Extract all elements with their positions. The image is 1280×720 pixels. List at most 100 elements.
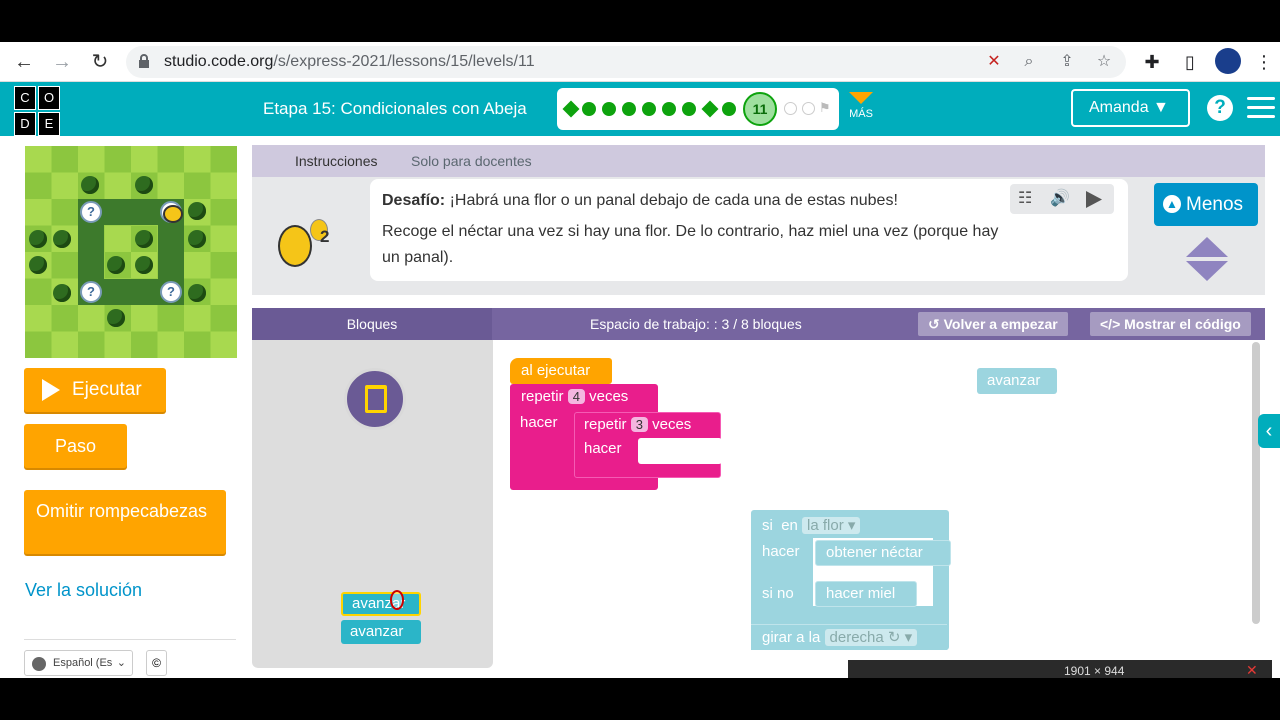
get-nectar-block[interactable]: obtener néctar (815, 540, 951, 566)
do-label: hacer (762, 543, 800, 560)
language-select[interactable]: Español (Es ⌄ (24, 650, 133, 676)
read-aloud-icon[interactable]: ☷ (1018, 188, 1032, 208)
level-bubble[interactable] (682, 102, 696, 116)
extensions-icon[interactable]: ✚ (1140, 50, 1164, 74)
instruction-tabs: Instrucciones Solo para docentes (252, 145, 1265, 179)
repeat-outer-header: repetir 4 veces (510, 384, 628, 410)
else-label: si no (762, 585, 794, 602)
challenge-text: Desafío: ¡Habrá una flor o un panal deba… (382, 188, 898, 214)
bee-icon (163, 205, 183, 223)
cloud-icon: ? (80, 201, 102, 223)
more-label: MÁS (849, 108, 873, 120)
address-bar[interactable]: studio.code.org/s/express-2021/lessons/1… (126, 46, 1126, 78)
workspace[interactable]: al ejecutar repetir 4 veces hacer repeti… (493, 340, 1265, 670)
more-levels[interactable]: MÁS (849, 92, 873, 120)
tree-icon (188, 230, 206, 248)
logo-letter: C (14, 86, 36, 110)
workspace-scrollbar[interactable] (1252, 342, 1260, 624)
instructions-panel: 2 Desafío: ¡Habrá una flor o un panal de… (252, 177, 1265, 295)
challenge-label: Desafío: (382, 192, 446, 209)
hamburger-icon[interactable] (1247, 97, 1275, 124)
resolution-readout: 1901 × 944 (1064, 664, 1125, 678)
cloud-icon: ? (80, 281, 102, 303)
level-bubble[interactable] (662, 102, 676, 116)
profile-avatar[interactable] (1215, 48, 1241, 74)
tree-icon (53, 284, 71, 302)
trash-icon[interactable] (344, 368, 406, 430)
level-bubble[interactable] (784, 102, 797, 115)
close-icon[interactable]: ✕ (1246, 662, 1258, 678)
run-label: Ejecutar (72, 379, 142, 400)
less-label: Menos (1186, 194, 1244, 215)
triangle-down-icon (849, 92, 873, 104)
stage-title[interactable]: Etapa 15: Condicionales con Abeja (263, 99, 527, 119)
tab-instructions[interactable]: Instrucciones (284, 153, 389, 179)
chrome-menu-icon[interactable]: ⋮ (1252, 50, 1276, 74)
bookmark-star-icon[interactable]: ☆ (1094, 52, 1114, 72)
toolbox-move-block[interactable]: avanzar (341, 620, 421, 644)
lock-icon (139, 54, 149, 68)
flag-icon[interactable]: ⚑ (819, 100, 831, 116)
tab-teachers-only[interactable]: Solo para docentes (411, 153, 532, 169)
code-icon: </> (1100, 316, 1121, 332)
back-icon[interactable]: ← (12, 50, 36, 74)
level-bubble[interactable] (802, 102, 815, 115)
turn-label: girar a la (762, 629, 821, 646)
share-icon[interactable]: ⇪ (1057, 52, 1077, 72)
level-bubble[interactable] (622, 102, 636, 116)
forward-icon[interactable]: → (50, 50, 74, 74)
when-run-block[interactable]: al ejecutar (510, 358, 612, 384)
run-button[interactable]: Ejecutar (24, 368, 166, 412)
step-button[interactable]: Paso (24, 424, 127, 468)
chevron-left-icon[interactable]: ‹ (1258, 414, 1280, 448)
level-bubble[interactable] (562, 100, 580, 118)
level-bubble[interactable] (582, 102, 596, 116)
level-progress: 11 ⚑ (557, 88, 839, 130)
copyright-button[interactable]: © (146, 650, 167, 676)
repeat-count-field[interactable]: 3 (630, 417, 648, 432)
resize-arrows[interactable] (1186, 237, 1228, 281)
on-label: en (781, 517, 798, 534)
browser-window: ← → ↻ studio.code.org/s/express-2021/les… (0, 42, 1280, 678)
skip-puzzle-button[interactable]: Omitir rompecabezas (24, 490, 226, 554)
site-header: C O D E Etapa 15: Condicionales con Abej… (0, 82, 1280, 136)
show-code-button[interactable]: </> Mostrar el código (1090, 312, 1251, 336)
level-bubble[interactable] (701, 100, 719, 118)
play-icon[interactable] (1086, 191, 1102, 208)
condition-dropdown[interactable]: la flor ▾ (802, 517, 861, 534)
help-icon[interactable]: ? (1207, 95, 1233, 121)
level-bubble[interactable] (642, 102, 656, 116)
tree-icon (29, 256, 47, 274)
zoom-icon[interactable]: ⌕ (1019, 52, 1039, 72)
restart-button[interactable]: ↺ Volver a empezar (918, 312, 1068, 336)
blocks-header: Bloques (252, 308, 492, 340)
level-bubble[interactable] (722, 102, 736, 116)
turn-block[interactable]: girar a la derecha ↻ ▾ (751, 624, 947, 650)
repeat-inner-header: repetir 3 veces (574, 412, 691, 438)
tree-icon (53, 230, 71, 248)
repeat-count-field[interactable]: 4 (567, 389, 585, 404)
workspace-count: Espacio de trabajo: : 3 / 8 bloques (590, 316, 802, 332)
level-bubble[interactable] (602, 102, 616, 116)
side-panel-icon[interactable]: ▯ (1178, 50, 1202, 74)
if-header: si en la flor ▾ (762, 516, 861, 534)
code-logo[interactable]: C O D E (14, 86, 60, 136)
less-button[interactable]: ▲ Menos (1154, 183, 1258, 226)
direction-dropdown[interactable]: derecha ↻ ▾ (824, 629, 918, 646)
floating-move-block[interactable]: avanzar (977, 368, 1057, 394)
make-honey-block[interactable]: hacer miel (815, 581, 917, 607)
undo-icon: ↺ (928, 316, 940, 332)
media-blocked-icon[interactable]: ✕ (984, 52, 1004, 72)
current-level-bubble[interactable]: 11 (743, 92, 777, 126)
reload-icon[interactable]: ↻ (88, 50, 112, 74)
toolbox-move-block[interactable]: avanzar (341, 592, 421, 616)
empty-do-slot[interactable] (638, 438, 722, 464)
tree-icon (29, 230, 47, 248)
tree-icon (135, 230, 153, 248)
user-menu[interactable]: Amanda ▼ (1071, 89, 1190, 127)
speaker-icon[interactable]: 🔊 (1050, 188, 1070, 208)
see-solution-link[interactable]: Ver la solución (25, 580, 142, 601)
instructions-bubble: Desafío: ¡Habrá una flor o un panal deba… (370, 179, 1128, 281)
tree-icon (135, 256, 153, 274)
logo-letter: E (38, 112, 60, 136)
